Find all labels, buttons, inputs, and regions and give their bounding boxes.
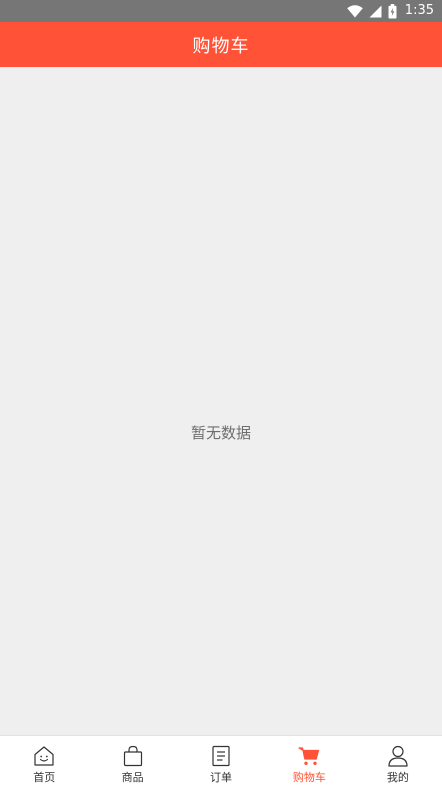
empty-state-message: 暂无数据 bbox=[190, 424, 251, 442]
cart-icon bbox=[298, 747, 320, 765]
tab-home[interactable]: 首页 bbox=[0, 736, 88, 786]
user-icon bbox=[388, 745, 408, 767]
tab-label: 我的 bbox=[386, 771, 409, 784]
tab-products[interactable]: 商品 bbox=[88, 736, 176, 786]
tab-label: 购物车 bbox=[292, 771, 326, 784]
cell-signal-icon bbox=[369, 5, 382, 17]
page-title: 购物车 bbox=[192, 35, 250, 57]
tab-profile[interactable]: 我的 bbox=[354, 736, 442, 786]
bottom-tab-bar: 首页 商品 订单 购物车 我的 bbox=[0, 735, 442, 786]
wifi-icon bbox=[346, 4, 363, 18]
order-list-icon bbox=[212, 745, 230, 767]
tab-label: 商品 bbox=[121, 771, 144, 784]
bag-icon bbox=[123, 745, 142, 767]
tab-label: 订单 bbox=[210, 771, 233, 784]
nav-bar: 购物车 bbox=[0, 22, 442, 67]
tab-orders[interactable]: 订单 bbox=[177, 736, 265, 786]
cart-content: 暂无数据 bbox=[0, 67, 442, 735]
status-icons: 1:35 bbox=[346, 2, 434, 20]
status-time: 1:35 bbox=[404, 3, 434, 18]
tab-cart[interactable]: 购物车 bbox=[265, 736, 353, 786]
tab-label: 首页 bbox=[33, 771, 56, 784]
battery-icon bbox=[388, 3, 397, 18]
home-icon bbox=[34, 746, 54, 766]
status-bar: 1:35 bbox=[0, 0, 442, 22]
